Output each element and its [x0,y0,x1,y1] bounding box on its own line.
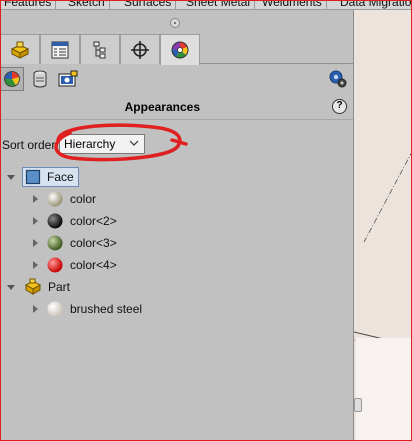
manager-panel: Appearances ? Sort order Hierarchy Face [0,10,353,441]
view-scenes-button[interactable] [56,67,80,91]
tab-display-manager[interactable] [160,34,200,65]
view-decals-button[interactable] [28,67,52,91]
color-swatch-icon [47,235,63,251]
tab-sheet-metal[interactable]: Sheet Metal [182,0,256,9]
sort-order-value: Hierarchy [64,137,116,151]
tree-item-brushed-steel[interactable]: brushed steel [30,299,142,319]
sort-order-select[interactable]: Hierarchy [59,134,145,154]
tab-feature-manager[interactable] [0,34,40,64]
graphics-area[interactable] [353,10,412,441]
tree-item-color[interactable]: color [30,189,96,209]
tree-item-label: brushed steel [70,302,143,316]
display-manager-toolbar [0,65,353,93]
help-button[interactable]: ? [332,99,347,114]
sort-order-label: Sort order [2,138,56,152]
face-icon [25,169,41,185]
tab-weldments[interactable]: Weldments [258,0,327,9]
tab-property-manager[interactable] [40,34,80,64]
tree-item-color-4[interactable]: color<4> [30,255,117,275]
feature-manager-icon [10,41,30,59]
tab-dimxpert-manager[interactable] [120,34,160,64]
tree-node-part-label: Part [48,280,71,294]
model-face-lower [356,338,412,441]
tab-data-migration[interactable]: Data Migration [336,0,412,9]
command-manager-tabs: Features Sketch Surfaces Sheet Metal Wel… [0,0,412,10]
collapsed-arrow-icon[interactable] [30,194,40,204]
tree-item-color-3[interactable]: color<3> [30,233,117,253]
tree-item-label: color<4> [70,258,117,272]
appearance-settings-icon [329,70,347,88]
tab-features[interactable]: Features [0,0,57,9]
collapsed-arrow-icon[interactable] [30,260,40,270]
splitter-handle[interactable] [354,398,362,412]
tab-surfaces[interactable]: Surfaces [120,0,177,9]
appearances-view-icon [4,71,20,87]
brushed-steel-swatch-icon [47,301,63,317]
tree-item-label: color<3> [70,236,117,250]
collapsed-arrow-icon[interactable] [30,216,40,226]
tree-node-face-label: Face [47,170,74,184]
part-icon [24,278,42,295]
dimxpert-manager-icon [131,40,149,59]
configuration-manager-icon [93,41,106,58]
expanded-arrow-icon[interactable] [6,172,16,182]
chevron-down-icon [129,140,139,146]
manager-tabs [0,34,353,65]
tree-node-face-selected: Face [22,167,79,187]
panel-collapse-grip[interactable] [170,18,180,28]
tree-item-color-2[interactable]: color<2> [30,211,117,231]
panel-header: Appearances ? [0,94,353,120]
tree-node-face[interactable]: Face [6,167,79,187]
view-appearances-button[interactable] [0,67,24,91]
color-swatch-icon [47,213,63,229]
panel-title: Appearances [124,100,200,114]
collapsed-arrow-icon[interactable] [30,304,40,314]
tree-node-part[interactable]: Part [6,277,70,297]
appearance-settings-button[interactable] [326,67,350,91]
property-manager-icon [51,41,69,58]
tree-item-label: color<2> [70,214,117,228]
scenes-lights-cameras-icon [58,70,78,87]
decals-view-icon [33,70,47,88]
tree-item-label: color [70,192,97,206]
color-swatch-icon [47,257,63,273]
tab-configuration-manager[interactable] [80,34,120,64]
tab-sketch[interactable]: Sketch [64,0,110,9]
color-swatch-icon [47,191,63,207]
expanded-arrow-icon[interactable] [6,282,16,292]
display-manager-icon [171,41,189,59]
sort-order-row: Sort order Hierarchy [0,134,353,156]
collapsed-arrow-icon[interactable] [30,238,40,248]
